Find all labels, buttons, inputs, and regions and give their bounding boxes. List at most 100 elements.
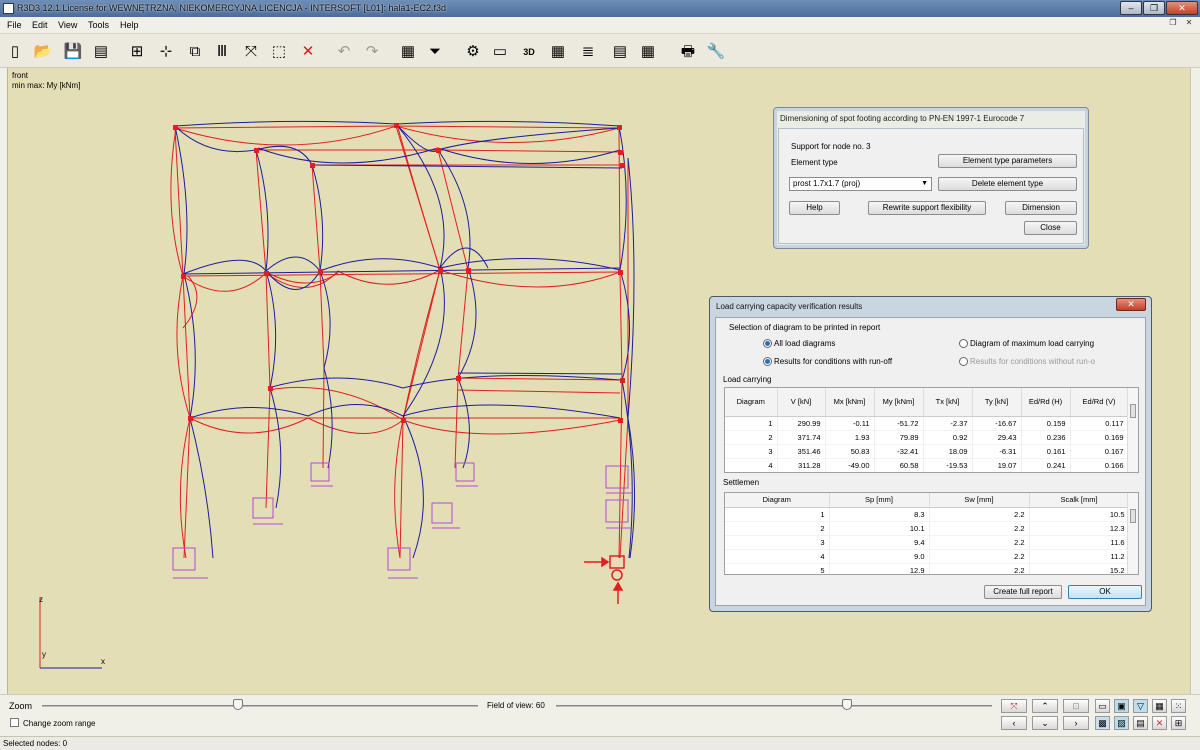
report-icon[interactable]: ▤ xyxy=(609,41,631,63)
viewport-scrollbar[interactable] xyxy=(1190,68,1200,694)
view-3d-icon[interactable]: ▩ xyxy=(1095,716,1110,730)
load-table-scrollbar[interactable] xyxy=(1127,388,1138,472)
radio-all-diagrams[interactable]: All load diagrams xyxy=(763,339,835,348)
filter-icon[interactable]: ⏷ xyxy=(424,41,446,63)
node-add-icon[interactable]: ⊹ xyxy=(155,41,177,63)
arrow-up-icon[interactable]: ⌃ xyxy=(1032,699,1058,713)
load-col-header[interactable]: Tx [kN] xyxy=(923,388,973,417)
table-row[interactable]: 5 12.9 2.2 15.2 xyxy=(725,563,1130,574)
undo-icon[interactable]: ↶ xyxy=(333,41,355,63)
radio-max-diagram[interactable]: Diagram of maximum load carrying xyxy=(959,339,1094,348)
view-mode-icon[interactable]: ▭ xyxy=(489,41,511,63)
export-icon[interactable]: ▤ xyxy=(90,41,112,63)
tools-icon[interactable]: 🔧 xyxy=(705,41,727,63)
view-filter-icon[interactable]: ▽ xyxy=(1133,699,1148,713)
table-row[interactable]: 4 9.0 2.2 11.2 xyxy=(725,549,1130,564)
settlement-col-header[interactable]: Sw [mm] xyxy=(929,493,1030,508)
menu-view[interactable]: View xyxy=(58,20,77,30)
table-icon[interactable]: ▦ xyxy=(397,41,419,63)
change-zoom-checkbox[interactable] xyxy=(10,718,19,727)
app-icon xyxy=(3,3,14,14)
dimension-button[interactable]: Dimension xyxy=(1005,201,1077,215)
table-row[interactable]: 2 10.1 2.2 12.3 xyxy=(725,521,1130,536)
load-col-header[interactable]: Ed/Rd (V) xyxy=(1070,388,1129,417)
load-col-header[interactable]: Ed/Rd (H) xyxy=(1021,388,1071,417)
frame-icon[interactable]: ⊞ xyxy=(126,41,148,63)
view-fit-icon[interactable]: ⊞ xyxy=(1171,716,1186,730)
fov-slider[interactable] xyxy=(556,705,992,707)
radio-without-runoff[interactable]: Results for conditions without run-o xyxy=(959,357,1095,366)
select-area-icon[interactable]: ⬚ xyxy=(268,41,290,63)
element-type-select[interactable]: prost 1.7x1.7 (proj) ▼ xyxy=(789,177,932,191)
new-file-icon[interactable]: ▯ xyxy=(4,41,26,63)
axis-triad xyxy=(39,598,102,669)
mdi-close-icon[interactable]: ✕ xyxy=(1184,18,1194,28)
load-table[interactable]: Diagram V [kN] Mx [kNm] My [kNm] Tx [kN] Ty [… xyxy=(724,387,1139,473)
settlement-table-scrollbar[interactable] xyxy=(1127,493,1138,574)
mdi-restore-icon[interactable]: ❐ xyxy=(1168,18,1178,28)
zoom-slider-thumb[interactable] xyxy=(233,699,243,710)
view-dots-icon[interactable]: ⁙ xyxy=(1171,699,1186,713)
table-row[interactable]: 1 8.3 2.2 10.5 xyxy=(725,507,1130,522)
maximize-button[interactable]: ❐ xyxy=(1143,1,1165,15)
settlement-col-header[interactable]: Diagram xyxy=(725,493,830,508)
arrow-right-icon[interactable]: › xyxy=(1063,716,1089,730)
3d-view-icon[interactable]: 3D xyxy=(518,41,540,63)
load-col-header[interactable]: V [kN] xyxy=(777,388,826,417)
grid-icon[interactable]: ▦ xyxy=(547,41,569,63)
menu-tools[interactable]: Tools xyxy=(88,20,109,30)
close-button[interactable]: Close xyxy=(1024,221,1077,235)
table-row[interactable]: 2 371.74 1.93 79.89 0.92 29.43 0.236 0.169 xyxy=(725,430,1129,445)
save-icon[interactable]: 💾 xyxy=(62,41,84,63)
arrow-left-icon[interactable]: ‹ xyxy=(1001,716,1027,730)
view-top-icon[interactable]: ▤ xyxy=(1133,716,1148,730)
create-report-button[interactable]: Create full report xyxy=(984,585,1062,599)
delete-element-type-button[interactable]: Delete element type xyxy=(938,177,1077,191)
rewrite-flexibility-button[interactable]: Rewrite support flexibility xyxy=(868,201,986,215)
fov-slider-thumb[interactable] xyxy=(842,699,852,710)
arrow-down-icon[interactable]: ⌄ xyxy=(1032,716,1058,730)
table-cell: 50.83 xyxy=(825,444,875,459)
view-front-icon[interactable]: ▣ xyxy=(1114,699,1129,713)
menu-edit[interactable]: Edit xyxy=(32,20,48,30)
element-type-params-button[interactable]: Element type parameters xyxy=(938,154,1077,168)
view-cross-icon[interactable]: ✕ xyxy=(1152,716,1167,730)
table-row[interactable]: 3 351.46 50.83 -32.41 18.09 -6.31 0.161 0.167 xyxy=(725,444,1129,459)
load-col-header[interactable]: My [kNm] xyxy=(874,388,924,417)
view-grid-icon[interactable]: ▦ xyxy=(1152,699,1167,713)
calculator-icon[interactable]: ▦ xyxy=(637,41,659,63)
table-row[interactable]: 1 290.99 -0.11 -51.72 -2.37 -16.67 0.159 0.117 xyxy=(725,416,1129,431)
menu-file[interactable]: File xyxy=(7,20,22,30)
minimize-button[interactable]: – xyxy=(1120,1,1142,15)
settlement-col-header[interactable]: Scalk [mm] xyxy=(1029,493,1130,508)
load-col-header[interactable]: Mx [kNm] xyxy=(825,388,875,417)
release-icon[interactable]: ⤧ xyxy=(240,41,262,63)
layers-icon[interactable]: ≣ xyxy=(577,41,599,63)
load-col-header[interactable]: Diagram xyxy=(725,388,778,417)
bars-icon[interactable]: Ⅲ xyxy=(211,41,233,63)
node-move-icon[interactable]: ⧉ xyxy=(184,41,206,63)
table-row[interactable]: 4 311.28 -49.00 60.58 -19.53 19.07 0.241 0.166 xyxy=(725,458,1129,472)
settlement-col-header[interactable]: Sp [mm] xyxy=(829,493,930,508)
results-close-button[interactable]: ✕ xyxy=(1116,298,1146,311)
delete-icon[interactable]: ✕ xyxy=(297,41,319,63)
load-col-header[interactable]: Ty [kN] xyxy=(972,388,1022,417)
lock-icon[interactable]: ⊡ xyxy=(1063,699,1089,713)
table-cell: 2.2 xyxy=(929,563,1030,574)
table-row[interactable]: 3 9.4 2.2 11.6 xyxy=(725,535,1130,550)
settings-load-icon[interactable]: ⚙ xyxy=(462,41,484,63)
view-side-icon[interactable]: ▨ xyxy=(1114,716,1129,730)
menu-help[interactable]: Help xyxy=(120,20,139,30)
ok-button[interactable]: OK xyxy=(1068,585,1142,599)
close-window-button[interactable]: ✕ xyxy=(1166,1,1198,15)
print-icon[interactable]: 🖶 xyxy=(677,41,699,63)
zoom-slider[interactable] xyxy=(42,705,478,707)
open-folder-icon[interactable]: 📂 xyxy=(32,41,54,63)
radio-with-runoff[interactable]: Results for conditions with run-off xyxy=(763,357,892,366)
reset-view-icon[interactable]: ⤧ xyxy=(1001,699,1027,713)
redo-icon[interactable]: ↷ xyxy=(361,41,383,63)
table-cell: 9.4 xyxy=(829,535,930,550)
display-mode-icon[interactable]: ▭ xyxy=(1095,699,1110,713)
help-button[interactable]: Help xyxy=(789,201,840,215)
settlement-table[interactable]: Diagram Sp [mm] Sw [mm] Scalk [mm] 1 8.3 2.2 1… xyxy=(724,492,1139,575)
